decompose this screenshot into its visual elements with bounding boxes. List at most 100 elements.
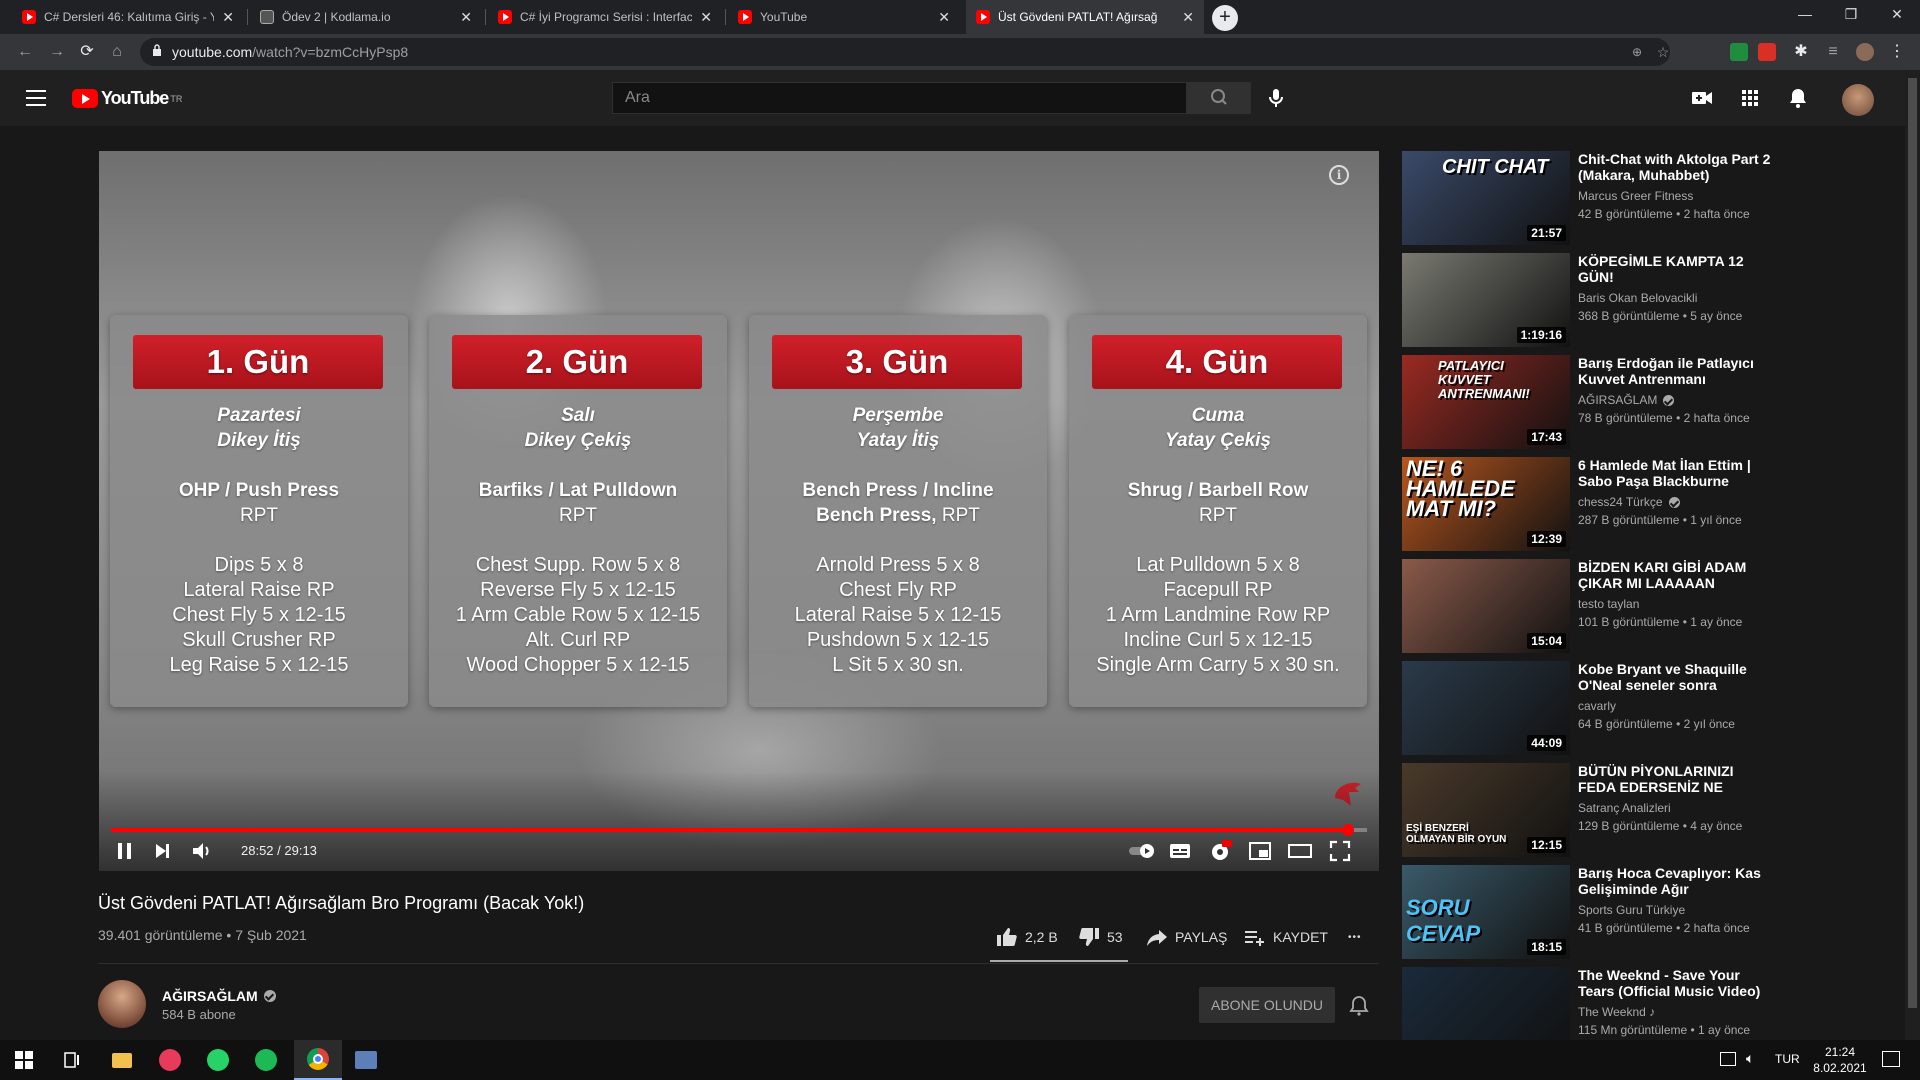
recommendation-thumbnail[interactable]: 44:09 [1402,661,1570,755]
search-input[interactable] [613,83,1186,113]
recommendation-title[interactable]: Barış Hoca Cevaplıyor: Kas Gelişiminde A… [1578,865,1772,897]
recommendation-channel[interactable]: cavarly [1578,699,1772,713]
recommendation-item[interactable]: SORU CEVAP 18:15 Barış Hoca Cevaplıyor: Ka… [1402,865,1772,959]
browser-tab-1[interactable]: C# Dersleri 46: Kalıtıma Giriş - Yo ✕ [12,0,244,34]
recommendation-title[interactable]: 6 Hamlede Mat İlan Ettim | Sabo Paşa Bla… [1578,457,1772,489]
recommendation-title[interactable]: BİZDEN KARI GİBİ ADAM ÇIKAR MI LAAAAAN [1578,559,1772,591]
pdf-extension-icon[interactable] [1758,43,1776,61]
channel-name[interactable]: AĞIRSAĞLAM [162,988,276,1004]
channel-avatar[interactable] [98,980,146,1028]
spotify-icon[interactable] [242,1040,290,1080]
task-view-icon[interactable] [48,1040,96,1080]
minimize-icon[interactable]: — [1782,0,1828,30]
hamburger-menu-icon[interactable] [26,90,46,106]
recommendation-thumbnail[interactable]: CHIT CHAT 21:57 [1402,151,1570,245]
share-button[interactable]: PAYLAŞ [1145,925,1227,949]
recommendation-channel[interactable]: Satranç Analizleri [1578,801,1772,815]
network-icon[interactable] [1720,1052,1736,1066]
close-tab-icon[interactable]: ✕ [938,9,950,26]
notifications-bell-icon[interactable] [1786,86,1810,110]
browser-tab-2[interactable]: Ödev 2 | Kodlama.io ✕ [250,0,482,34]
recommendation-item[interactable]: 44:09 Kobe Bryant ve Shaquille O'Neal sen… [1402,661,1772,755]
video-progress-bar[interactable] [111,824,1367,836]
recommendation-channel[interactable]: Sports Guru Türkiye [1578,903,1772,917]
speaker-icon[interactable]: 🔈︎ [1746,1050,1754,1067]
browser-tab-4[interactable]: YouTube ✕ [728,0,960,34]
recommendation-channel[interactable]: Baris Okan Belovacikli [1578,291,1772,305]
page-scrollbar[interactable] [1905,70,1920,1040]
recommendation-item[interactable]: PATLAYICI KUVVET ANTRENMANI! 17:43 Barış E… [1402,355,1772,449]
recommendation-thumbnail[interactable]: NE! 6 HAMLEDE MAT MI? 12:39 [1402,457,1570,551]
visual-studio-icon[interactable] [342,1040,390,1080]
apps-grid-icon[interactable] [1738,86,1762,110]
recommendation-title[interactable]: Chit-Chat with Aktolga Part 2 (Makara, M… [1578,151,1772,183]
reload-icon[interactable]: ⟳ [76,41,98,63]
fullscreen-icon[interactable] [1327,838,1353,864]
subtitles-icon[interactable] [1167,838,1193,864]
close-tab-icon[interactable]: ✕ [460,9,472,26]
voice-search-button[interactable] [1262,84,1290,112]
menu-kebab-icon[interactable]: ⋮ [1886,41,1908,63]
recommendation-item[interactable]: EŞİ BENZERİ OLMAYAN BİR OYUN 12:15 BÜTÜN P… [1402,763,1772,857]
recommendation-title[interactable]: Kobe Bryant ve Shaquille O'Neal seneler … [1578,661,1772,693]
user-avatar[interactable] [1842,84,1874,116]
extension-icon[interactable] [1730,43,1748,61]
video-player[interactable]: 1. Gün Pazartesi Dikey İtiş OHP / Push P… [99,151,1379,871]
recommendation-thumbnail[interactable]: SORU CEVAP 18:15 [1402,865,1570,959]
browser-tab-3[interactable]: C# İyi Programcı Serisi : Interface ✕ [488,0,722,34]
recommendation-title[interactable]: KÖPEGİMLE KAMPTA 12 GÜN! [1578,253,1772,285]
like-button[interactable]: 2,2 B [995,925,1058,949]
recommendation-thumbnail[interactable]: 15:04 [1402,559,1570,653]
recommendation-channel[interactable]: The Weeknd ♪ [1578,1005,1772,1019]
save-button[interactable]: KAYDET [1243,925,1328,949]
more-actions-button[interactable]: ••• [1348,925,1362,949]
theater-mode-icon[interactable] [1287,838,1313,864]
volume-icon[interactable] [189,838,215,864]
recommendation-item[interactable]: CHIT CHAT 21:57 Chit-Chat with Aktolga Par… [1402,151,1772,245]
puzzle-icon[interactable]: ✱ [1790,41,1812,63]
miniplayer-icon[interactable] [1247,838,1273,864]
system-clock[interactable]: 21:24 8.02.2021 [1808,1044,1872,1076]
recommendation-title[interactable]: Barış Erdoğan ile Patlayıcı Kuvvet Antre… [1578,355,1772,387]
youtube-logo[interactable]: YouTube TR [72,88,182,109]
recommendation-item[interactable]: 1:19:16 KÖPEGİMLE KAMPTA 12 GÜN! Baris Oka… [1402,253,1772,347]
restore-icon[interactable]: ❐ [1828,0,1874,30]
close-tab-icon[interactable]: ✕ [1182,9,1194,26]
recommendation-channel[interactable]: Marcus Greer Fitness [1578,189,1772,203]
new-tab-button[interactable]: + [1212,5,1238,31]
action-center-icon[interactable] [1882,1051,1900,1067]
recommendation-title[interactable]: BÜTÜN PİYONLARINIZI FEDA EDERSENİZ NE OL… [1578,763,1772,795]
recommendation-channel[interactable]: AĞIRSAĞLAM [1578,393,1772,407]
autoplay-toggle-icon[interactable] [1127,838,1157,864]
search-button[interactable] [1187,82,1251,114]
settings-gear-icon[interactable] [1207,838,1233,864]
app-taskbar-icon[interactable] [146,1040,194,1080]
recommendation-item[interactable]: 15:04 BİZDEN KARI GİBİ ADAM ÇIKAR MI LAAA… [1402,559,1772,653]
url-field[interactable]: youtube.com/watch?v=bzmCcHyPsp8 ☆ ⊕ [140,38,1670,66]
close-tab-icon[interactable]: ✕ [222,9,234,26]
close-window-icon[interactable]: ✕ [1874,0,1920,30]
next-video-icon[interactable] [149,838,175,864]
scrollbar-thumb[interactable] [1908,78,1917,1008]
search-box[interactable] [612,82,1187,114]
recommendation-channel[interactable]: testo taylan [1578,597,1772,611]
back-icon[interactable]: ← [14,41,36,63]
forward-icon[interactable]: → [46,41,68,63]
notification-bell-icon[interactable] [1347,994,1371,1018]
file-explorer-icon[interactable] [98,1040,146,1080]
install-icon[interactable]: ⊕ [1626,41,1648,63]
bookmark-star-icon[interactable]: ☆ [1652,41,1674,63]
recommendation-title[interactable]: The Weeknd - Save Your Tears (Official M… [1578,967,1772,999]
dislike-button[interactable]: 53 [1077,925,1123,949]
browser-tab-active[interactable]: Üst Gövdeni PATLAT! Ağırsağ ✕ [966,0,1204,34]
chrome-taskbar-icon[interactable] [294,1040,342,1080]
subscribed-button[interactable]: ABONE OLUNDU [1199,987,1335,1023]
recommendation-channel[interactable]: chess24 Türkçe [1578,495,1772,509]
recommendation-item[interactable]: NE! 6 HAMLEDE MAT MI? 12:39 6 Hamlede Mat … [1402,457,1772,551]
windows-start-icon[interactable] [0,1040,48,1080]
create-video-icon[interactable] [1690,86,1714,110]
close-tab-icon[interactable]: ✕ [700,9,712,26]
language-indicator[interactable]: TUR [1775,1052,1800,1066]
recommendation-thumbnail[interactable]: EŞİ BENZERİ OLMAYAN BİR OYUN 12:15 [1402,763,1570,857]
recommendation-thumbnail[interactable]: 1:19:16 [1402,253,1570,347]
